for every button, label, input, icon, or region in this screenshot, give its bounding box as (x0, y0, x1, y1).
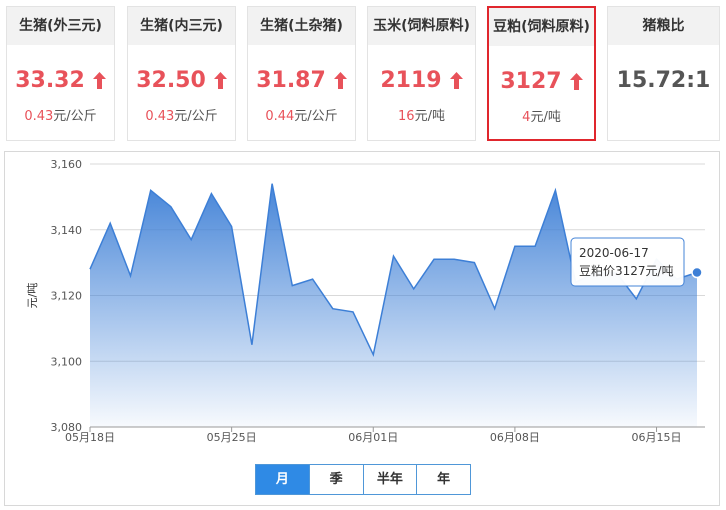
data-point (553, 188, 557, 192)
card-change: 0.43元/公斤 (145, 109, 218, 124)
data-point (392, 254, 396, 258)
tab-half-year[interactable]: 半年 (362, 465, 417, 494)
data-point (412, 287, 416, 291)
data-point (189, 238, 193, 242)
data-point (129, 274, 133, 278)
x-tick-label: 05月18日 (65, 431, 115, 444)
data-point (149, 188, 153, 192)
tooltip-label: 豆粕价3127元/吨 (579, 263, 674, 278)
x-tick-label: 06月01日 (348, 431, 398, 444)
y-tick-label: 3,140 (51, 224, 83, 237)
arrow-up-icon (569, 70, 583, 98)
card-price: 32.50 (128, 67, 235, 95)
range-tabs: 月 季 半年 年 (255, 464, 471, 495)
data-point (230, 225, 234, 229)
data-point (432, 257, 436, 261)
price-chart: 3,080 3,100 3,120 3,140 3,160 元/吨 05月18日 05月25日… (4, 151, 720, 506)
tooltip-date: 2020-06-17 (579, 246, 649, 260)
data-point (371, 353, 375, 357)
x-tick-label: 06月15日 (632, 431, 682, 444)
data-point (270, 182, 274, 186)
area-fill (90, 183, 697, 427)
data-point (691, 266, 703, 279)
price-cards: 生猪(外三元) 33.32 0.43元/公斤 生猪(内三元) 32.50 0.4… (6, 6, 720, 143)
card-price: 2119 (368, 67, 475, 95)
data-point (311, 277, 315, 281)
card-title: 豆粕(饲料原料) (489, 8, 594, 46)
card-change: 0.44元/公斤 (265, 109, 338, 124)
arrow-up-icon (92, 69, 106, 97)
data-point (290, 284, 294, 288)
tab-quarter[interactable]: 季 (308, 465, 363, 494)
y-tick-label: 3,120 (51, 290, 83, 303)
x-tick-label: 06月08日 (490, 431, 540, 444)
y-tick-label: 3,160 (51, 158, 83, 171)
card-pig-grain-ratio[interactable]: 猪粮比 15.72:1 (607, 6, 720, 141)
card-title: 生猪(外三元) (7, 7, 114, 45)
card-title: 生猪(土杂猪) (248, 7, 355, 45)
tab-month[interactable]: 月 (256, 465, 309, 494)
arrow-up-icon (449, 69, 463, 97)
data-point (472, 261, 476, 265)
data-point (351, 310, 355, 314)
card-price: 15.72:1 (616, 68, 711, 93)
data-point (108, 221, 112, 225)
chart-svg: 3,0803,1003,1203,1403,160元/吨05月18日 05月25日… (26, 158, 705, 444)
y-tick-label: 3,100 (51, 355, 83, 368)
data-point (169, 205, 173, 209)
data-point (88, 267, 92, 271)
data-point (209, 192, 213, 196)
data-point (513, 244, 517, 248)
arrow-up-icon (213, 69, 227, 97)
card-pig-tuzazhu[interactable]: 生猪(土杂猪) 31.87 0.44元/公斤 (247, 6, 356, 141)
arrow-up-icon (333, 69, 347, 97)
card-title: 玉米(饲料原料) (368, 7, 475, 45)
card-title: 生猪(内三元) (128, 7, 235, 45)
data-point (250, 343, 254, 347)
card-pig-waisanyuan[interactable]: 生猪(外三元) 33.32 0.43元/公斤 (6, 6, 115, 141)
data-point (493, 307, 497, 311)
tab-year[interactable]: 年 (416, 465, 470, 494)
card-change: 0.43元/公斤 (24, 109, 97, 124)
data-point (331, 307, 335, 311)
card-change: 4元/吨 (522, 110, 561, 125)
x-tick-label: 05月25日 (207, 431, 257, 444)
card-soymeal[interactable]: 豆粕(饲料原料) 3127 4元/吨 (487, 6, 596, 141)
data-point (634, 297, 638, 301)
card-pig-neisanyuan[interactable]: 生猪(内三元) 32.50 0.43元/公斤 (127, 6, 236, 141)
card-price: 33.32 (7, 67, 114, 95)
y-axis-label: 元/吨 (26, 283, 39, 309)
card-title: 猪粮比 (608, 7, 719, 45)
card-change: 16元/吨 (398, 109, 445, 124)
card-price: 31.87 (248, 67, 355, 95)
data-point (533, 244, 537, 248)
data-point (452, 257, 456, 261)
card-price: 3127 (489, 68, 594, 96)
card-corn[interactable]: 玉米(饲料原料) 2119 16元/吨 (367, 6, 476, 141)
